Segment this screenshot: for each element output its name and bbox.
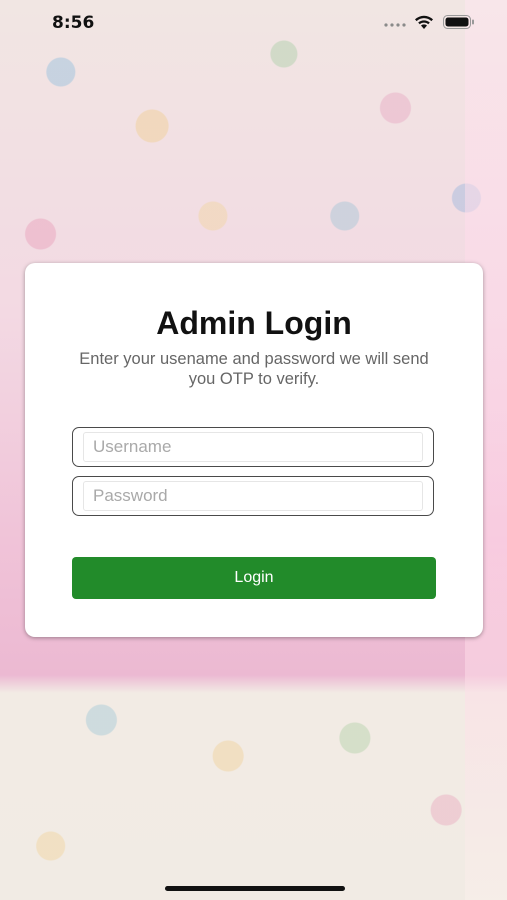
login-card: Admin Login Enter your usename and passw…: [25, 263, 483, 637]
signal-icon: [384, 23, 406, 27]
status-bar: 8:56: [0, 0, 507, 48]
login-instructions: Enter your usename and password we will …: [79, 350, 429, 388]
login-button[interactable]: Login: [72, 557, 436, 599]
wifi-icon: [415, 15, 433, 29]
status-time: 8:56: [52, 13, 95, 33]
battery-icon: [443, 15, 474, 29]
username-field[interactable]: [72, 427, 434, 467]
page-title: Admin Login: [156, 305, 352, 341]
username-input[interactable]: [93, 437, 413, 457]
home-indicator: [165, 886, 345, 891]
password-input[interactable]: [93, 486, 413, 506]
password-field[interactable]: [72, 476, 434, 516]
